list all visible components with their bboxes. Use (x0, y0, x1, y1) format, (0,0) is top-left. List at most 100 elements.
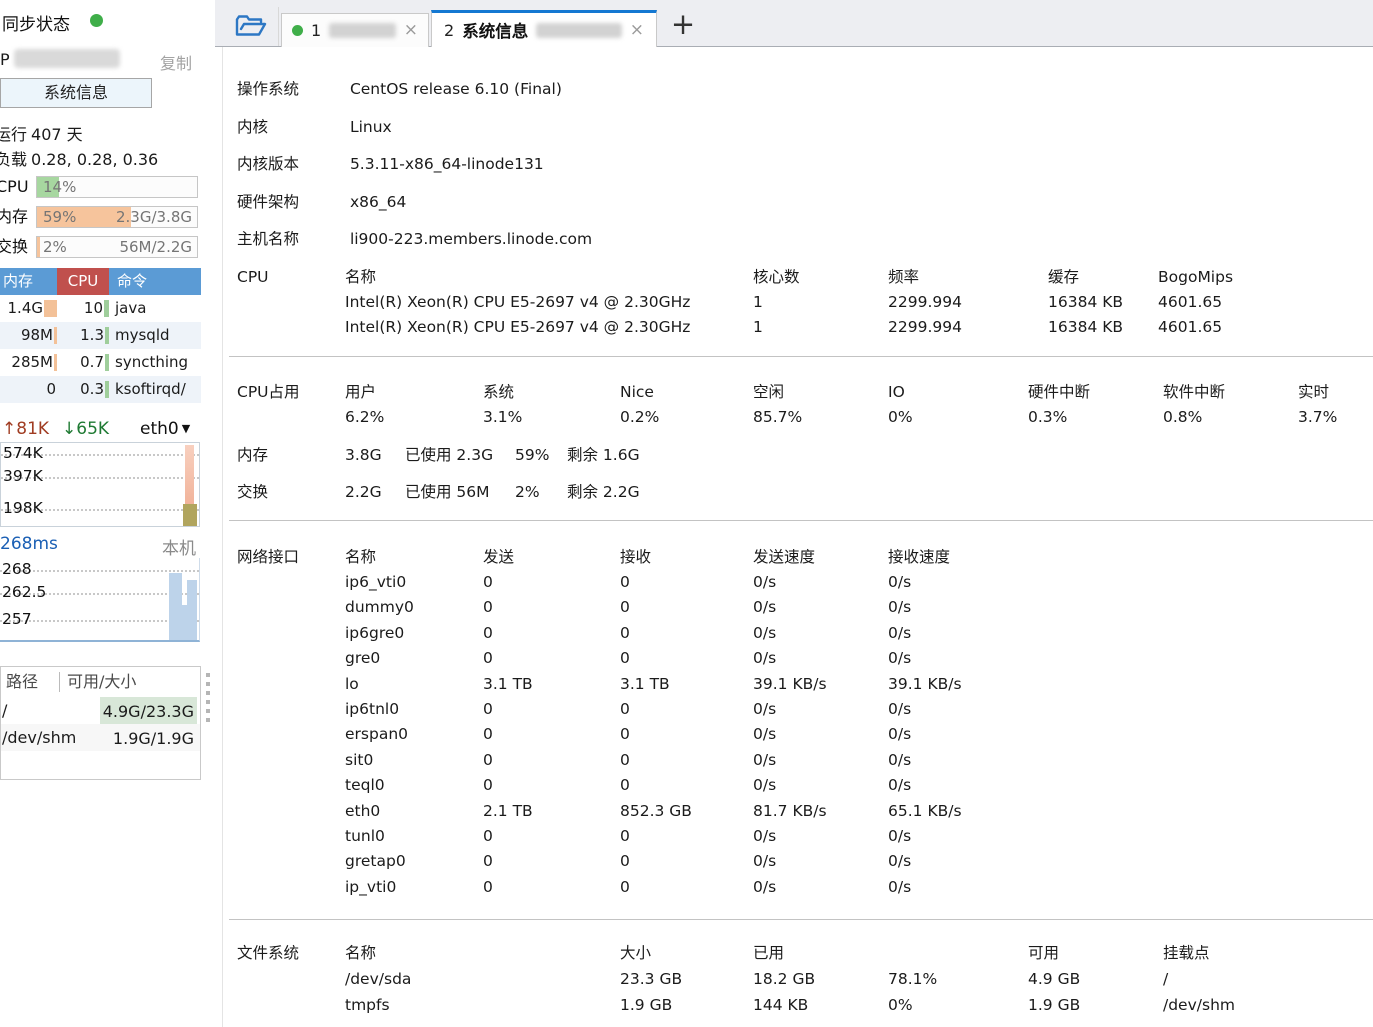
traffic-spike-base-bar (183, 504, 197, 526)
copy-ip-button[interactable]: 复制 (160, 50, 192, 74)
process-col-cpu-sorted[interactable]: CPU (57, 268, 109, 295)
uptime-row: 运行407 天 (0, 121, 87, 145)
iface-receive-speed: 0/s (888, 875, 1365, 900)
cpu-name: Intel(R) Xeon(R) CPU E5-2697 v4 @ 2.30GH… (345, 315, 753, 340)
iface-name: teql0 (345, 773, 483, 798)
iface-receive-speed: 0/s (888, 748, 1365, 773)
iface-name: ip6gre0 (345, 621, 483, 646)
process-row[interactable]: 1.4G 10 java (0, 295, 201, 322)
iface-name: sit0 (345, 748, 483, 773)
iface-receive-speed: 0/s (888, 824, 1365, 849)
info-row: 内核版本 5.3.11-x86_64-linode131 (237, 152, 592, 190)
fs-available: 4.9 GB (1028, 966, 1163, 992)
sync-status-label: 同步状态 (2, 10, 70, 35)
disk-col-path[interactable]: 路径 (6, 667, 38, 697)
process-col-memory[interactable]: 内存 (0, 268, 57, 295)
section-divider (229, 919, 1373, 920)
iface-send-speed: 39.1 KB/s (753, 672, 888, 697)
info-label: 主机名称 (237, 227, 345, 251)
fs-size: 1.9 GB (620, 992, 753, 1018)
swap-free: 剩余 2.2G (567, 480, 640, 505)
info-value: CentOS release 6.10 (Final) (350, 80, 562, 98)
iface-name: gretap0 (345, 849, 483, 874)
process-memory: 98M (21, 322, 53, 349)
cpu-usage-values: 6.2%3.1%0.2%85.7%0%0.3%0.8%3.7% (345, 405, 1365, 430)
process-row[interactable]: 285M 0.7 syncthing (0, 349, 201, 376)
info-row: 硬件架构 x86_64 (237, 190, 592, 228)
ping-bar (187, 580, 197, 640)
cpu-cores: 1 (753, 315, 888, 340)
column-divider[interactable] (59, 672, 60, 692)
panel-resize-handle[interactable] (206, 673, 211, 727)
usage-header-cell: 用户 (345, 380, 483, 405)
gauge-bar: 2% 56M/2.2G (36, 236, 198, 258)
load-label: 负载 (0, 150, 27, 169)
iface-received: 0 (620, 595, 753, 620)
network-header-cell: 接收 (620, 545, 753, 570)
tab-system-info-active[interactable]: 2 系统信息 × (431, 10, 657, 47)
network-row: gre0 0 0 0/s 0/s (345, 646, 1365, 671)
filesystem-header-cell: 已用 (753, 941, 888, 966)
iface-receive-speed: 65.1 KB/s (888, 799, 1365, 824)
tab-bar: 1 × 2 系统信息 × + (215, 0, 1373, 47)
disk-col-free-size[interactable]: 可用/大小 (67, 667, 136, 697)
disk-row[interactable]: /dev/shm 1.9G/1.9G (1, 724, 200, 751)
fs-name: /dev/sda (345, 966, 620, 992)
gauge-label: CPU (0, 176, 29, 198)
process-col-command[interactable]: 命令 (109, 268, 201, 295)
cpu-header-cell: 核心数 (753, 265, 888, 290)
usage-value-cell: 3.1% (483, 405, 620, 430)
chevron-down-icon: ▼ (182, 422, 190, 435)
memory-used: 已使用 2.3G (405, 443, 493, 468)
gridline-label: 262.5 (2, 583, 46, 601)
iface-receive-speed: 0/s (888, 849, 1365, 874)
filesystem-header-cell: 可用 (1028, 941, 1163, 966)
download-arrow-icon: ↓ (62, 419, 76, 439)
info-label: 内核 (237, 115, 345, 139)
disk-free-size: 4.9G/23.3G (100, 697, 197, 726)
interface-dropdown[interactable]: eth0▼ (140, 419, 190, 439)
sync-status-ok-icon (90, 14, 103, 27)
info-value: 5.3.11-x86_64-linode131 (350, 155, 544, 173)
close-tab2-icon[interactable]: × (630, 22, 644, 39)
cpu-header-cell: 频率 (888, 265, 1048, 290)
iface-send-speed: 0/s (753, 824, 888, 849)
network-row: tunl0 0 0 0/s 0/s (345, 824, 1365, 849)
iface-sent: 0 (483, 824, 620, 849)
gauge-detail: 2.3G/3.8G (116, 207, 192, 227)
new-tab-button[interactable]: + (667, 6, 699, 42)
gauge-label: 内存 (0, 206, 28, 228)
tab-session-1[interactable]: 1 × (281, 13, 429, 47)
gauge-row: 内存 59% 2.3G/3.8G (0, 206, 201, 228)
cpu-frequency: 2299.994 (888, 315, 1048, 340)
iface-receive-speed: 39.1 KB/s (888, 672, 1365, 697)
cpu-table-header: 名称核心数频率缓存BogoMips (345, 265, 1365, 290)
iface-name: ip_vti0 (345, 875, 483, 900)
process-row[interactable]: 98M 1.3 mysqld (0, 322, 201, 349)
process-command: mysqld (109, 322, 201, 349)
iface-sent: 0 (483, 875, 620, 900)
process-cpu: 10 (84, 295, 103, 322)
network-row: sit0 0 0 0/s 0/s (345, 748, 1365, 773)
disk-path: /dev/shm (2, 724, 76, 751)
info-label: 内核版本 (237, 152, 345, 176)
swap-label: 交换 (237, 480, 268, 504)
upload-rate: ↑81K (2, 419, 49, 439)
cpu-cache: 16384 KB (1048, 290, 1158, 315)
system-info-button[interactable]: 系统信息 (0, 78, 152, 108)
ping-target[interactable]: 本机 (162, 534, 196, 559)
close-tab1-icon[interactable]: × (404, 22, 418, 39)
open-folder-button[interactable] (223, 7, 279, 46)
process-memory: 285M (11, 349, 53, 376)
process-row[interactable]: 0 0.3 ksoftirqd/ (0, 376, 201, 403)
iface-receive-speed: 0/s (888, 646, 1365, 671)
fs-used-percent: 78.1% (888, 966, 1028, 992)
gauge-percent: 14% (43, 177, 76, 197)
iface-sent: 0 (483, 697, 620, 722)
ping-current: 268ms (0, 534, 58, 554)
cpu-bogomips: 4601.65 (1158, 290, 1365, 315)
network-row: ip_vti0 0 0 0/s 0/s (345, 875, 1365, 900)
iface-send-speed: 0/s (753, 773, 888, 798)
disk-row[interactable]: / 4.9G/23.3G (1, 697, 200, 724)
network-section-label: 网络接口 (237, 545, 299, 569)
